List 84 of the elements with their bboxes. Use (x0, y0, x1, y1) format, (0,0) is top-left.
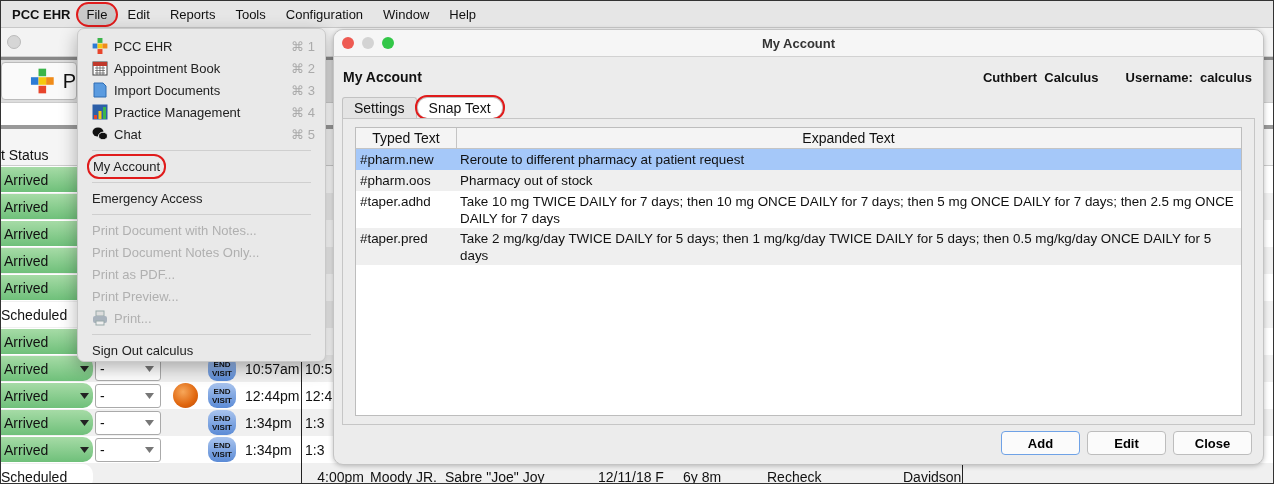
shortcut-text: ⌘ 2 (291, 60, 315, 76)
menu-title[interactable]: Edit (118, 3, 159, 25)
bar-chart-icon (92, 104, 108, 120)
time-text: 1:3 (305, 414, 325, 431)
menu-title[interactable]: Tools (226, 3, 275, 25)
time-text: 10:5 (305, 360, 333, 377)
shortcut-text: ⌘ 5 (291, 126, 315, 142)
username-text: Username: calculus (1125, 69, 1252, 85)
status-dropdown[interactable]: Arrived (1, 410, 93, 435)
table-cell-text: #pharm.oos (359, 172, 432, 189)
user-name: Cuthbert Calculus (982, 69, 1099, 85)
caret-icon (145, 392, 154, 399)
column-header: Typed Text (356, 128, 457, 148)
caret-icon (145, 419, 154, 426)
dropdown-field[interactable]: - (95, 410, 161, 435)
dropdown-field[interactable]: - (95, 383, 161, 408)
table-cell-text: Reroute to different pharmacy at patient request (459, 151, 746, 168)
status-dropdown[interactable]: Arrived (1, 437, 93, 462)
printer-icon (92, 310, 108, 326)
app-name: PCC EHR (12, 6, 71, 22)
zoom-icon[interactable] (382, 37, 394, 49)
menu-title[interactable]: File (77, 3, 117, 25)
menu-item[interactable]: PCC EHR (111, 37, 176, 55)
table-cell: Recheck (767, 468, 822, 483)
action-button[interactable]: Edit (1087, 431, 1166, 455)
shortcut-text: ⌘ 1 (291, 38, 315, 54)
time-text: 12:44pm (245, 387, 300, 404)
table-cell-text: #taper.adhd (359, 193, 432, 210)
calendar-icon (92, 60, 108, 76)
document-icon (92, 82, 108, 98)
table-row[interactable]: #pharm.new Reroute to different pharmacy at patient request (356, 149, 1241, 170)
tab[interactable]: Snap Text (416, 97, 503, 118)
menu-item[interactable]: Practice Management (111, 103, 244, 121)
time-text: 1:3 (305, 441, 325, 458)
column-header: Expanded Text (801, 129, 896, 148)
menu-item: Print as PDF... (91, 265, 177, 283)
end-visit-button[interactable]: END VISIT (208, 383, 236, 408)
status-dropdown[interactable]: Scheduled (1, 464, 93, 483)
menu-title[interactable]: Reports (160, 3, 225, 25)
table-cell: Davidson (903, 468, 962, 483)
menu-item[interactable]: Chat (111, 125, 145, 143)
time-text: 10:57am (245, 360, 300, 377)
status-dropdown[interactable]: Arrived (1, 383, 93, 408)
table-cell-text: #taper.pred (359, 230, 429, 247)
menu-title[interactable]: Window (374, 3, 439, 25)
plus-logo-icon (30, 68, 55, 94)
time-text: 12:4 (305, 387, 333, 404)
time-text: 1:34pm (245, 414, 292, 431)
action-button[interactable]: Close (1173, 431, 1252, 455)
table-cell: 12/11/18 F (598, 468, 664, 483)
menu-item: Print... (113, 309, 153, 327)
menu-title[interactable]: Help (440, 3, 486, 25)
menu-title[interactable]: Configuration (276, 3, 373, 25)
tab[interactable]: Settings (342, 97, 417, 118)
menu-item: Print Document with Notes... (91, 221, 258, 239)
status-dropdown[interactable]: Arrived (1, 356, 93, 381)
table-cell-text: Pharmacy out of stock (459, 172, 594, 189)
window-control[interactable] (7, 35, 21, 49)
home-button[interactable]: P (1, 62, 77, 100)
dropdown-field[interactable]: - (95, 437, 161, 462)
dialog-heading: My Account (343, 69, 422, 85)
column-header: t Status (1, 147, 49, 163)
plus-logo-icon (92, 38, 108, 54)
end-visit-button[interactable]: END VISIT (208, 410, 236, 435)
menu-item[interactable]: Import Documents (111, 81, 224, 99)
table-row[interactable]: #taper.pred Take 2 mg/kg/day TWICE DAILY for 5 days; then 1 mg/kg/day TWICE DAILY for 5 days; then 0.5 mg/kg/day ONCE DAILY for 5 days (356, 228, 1241, 265)
minimize-icon[interactable] (362, 37, 374, 49)
chat-icon (92, 126, 108, 142)
menu-item: Print Preview... (91, 287, 180, 305)
close-icon[interactable] (342, 37, 354, 49)
shortcut-text: ⌘ 4 (291, 104, 315, 120)
table-row[interactable]: #pharm.oos Pharmacy out of stock (356, 170, 1241, 191)
shortcut-text: ⌘ 3 (291, 82, 315, 98)
table-cell-text: Take 10 mg TWICE DAILY for 7 days; then 10 mg ONCE DAILY for 7 days; then 5 mg ONCE DAILY for 7 days; then 2.5 mg ONCE DAILY for 7 days (459, 193, 1235, 227)
table-cell-text: Take 2 mg/kg/day TWICE DAILY for 5 days; then 1 mg/kg/day TWICE DAILY for 5 days; then 0.5 mg/kg/day ONCE DAILY for 5 days (459, 230, 1213, 264)
action-button[interactable]: Add (1001, 431, 1080, 455)
table-cell-text: #pharm.new (359, 151, 435, 168)
caret-icon (145, 446, 154, 453)
window-title: My Account (761, 35, 836, 51)
time-text: 1:34pm (245, 441, 292, 458)
caret-icon (145, 365, 154, 372)
end-visit-button[interactable]: END VISIT (208, 437, 236, 462)
menu-item[interactable]: Appointment Book (111, 59, 224, 77)
menu-item: Print Document Notes Only... (91, 243, 261, 261)
